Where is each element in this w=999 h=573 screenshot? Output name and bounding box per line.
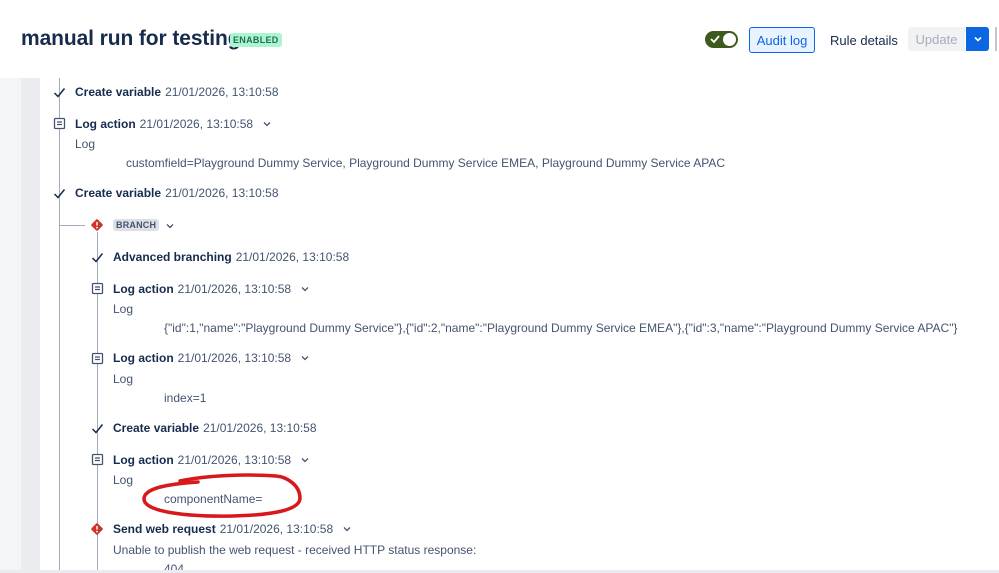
branch-badge: BRANCH — [113, 219, 160, 231]
audit-log-button[interactable]: Audit log — [749, 27, 815, 53]
chevron-down-icon — [973, 36, 982, 42]
log-entry-advanced-branching: Advanced branching 21/01/2026, 13:10:58 — [113, 250, 349, 264]
update-button[interactable]: Update — [908, 27, 965, 51]
log-icon — [91, 282, 104, 295]
chevron-down-icon[interactable] — [262, 119, 272, 129]
check-icon — [91, 424, 104, 434]
log-entry-label: Send web request — [113, 522, 216, 536]
log-entry-create-variable: Create variable 21/01/2026, 13:10:58 — [75, 85, 279, 99]
check-icon — [53, 189, 66, 199]
log-entry-create-variable: Create variable 21/01/2026, 13:10:58 — [113, 421, 317, 435]
log-entry-sub: Log — [113, 302, 134, 316]
log-entry-send-web-request[interactable]: Send web request 21/01/2026, 13:10:58 — [113, 522, 352, 536]
chevron-down-icon[interactable] — [300, 353, 310, 363]
log-entry-sub: Log — [113, 473, 134, 487]
rule-enabled-toggle[interactable] — [705, 31, 738, 48]
toggle-knob — [723, 33, 736, 46]
log-entry-label: Advanced branching — [113, 250, 232, 264]
tree-line-main — [59, 78, 60, 570]
header-divider — [995, 27, 997, 51]
error-message: Unable to publish the web request - rece… — [113, 543, 477, 557]
log-entry-log-action[interactable]: Log action 21/01/2026, 13:10:58 — [113, 453, 310, 467]
panel-gutter — [21, 78, 40, 570]
log-entry-time: 21/01/2026, 13:10:58 — [177, 453, 292, 467]
log-entry-time: 21/01/2026, 13:10:58 — [165, 85, 279, 99]
log-message: {"id":1,"name":"Playground Dummy Service… — [164, 321, 958, 335]
chevron-down-icon[interactable] — [300, 455, 310, 465]
annotation-circle — [142, 473, 302, 518]
error-icon — [91, 523, 103, 535]
log-entry-label: Log action — [113, 453, 174, 467]
log-entry-time: 21/01/2026, 13:10:58 — [177, 351, 292, 365]
chevron-down-icon[interactable] — [165, 221, 175, 231]
check-icon — [710, 35, 720, 44]
log-entry-sub: Log — [113, 372, 134, 386]
log-message: customfield=Playground Dummy Service, Pl… — [126, 156, 726, 170]
log-icon — [53, 117, 66, 130]
chevron-down-icon[interactable] — [300, 284, 310, 294]
chevron-down-icon[interactable] — [342, 524, 352, 534]
tree-line-branch — [59, 225, 85, 226]
log-icon — [91, 453, 104, 466]
status-badge: ENABLED — [230, 33, 282, 47]
error-icon — [91, 219, 103, 231]
log-entry-create-variable: Create variable 21/01/2026, 13:10:58 — [75, 186, 279, 200]
log-entry-time: 21/01/2026, 13:10:58 — [165, 186, 279, 200]
log-entry-time: 21/01/2026, 13:10:58 — [177, 282, 292, 296]
check-icon — [53, 88, 66, 98]
log-message: index=1 — [164, 391, 207, 405]
log-entry-log-action[interactable]: Log action 21/01/2026, 13:10:58 — [113, 351, 310, 365]
log-entry-label: Create variable — [113, 421, 200, 435]
log-entry-label: Create variable — [75, 186, 162, 200]
rule-details-button[interactable]: Rule details — [824, 27, 904, 53]
log-entry-time: 21/01/2026, 13:10:58 — [139, 117, 254, 131]
log-entry-sub: Log — [75, 137, 96, 151]
log-entry-label: Log action — [75, 117, 136, 131]
log-entry-label: Create variable — [75, 85, 162, 99]
update-dropdown-button[interactable] — [966, 27, 989, 51]
log-entry-log-action[interactable]: Log action 21/01/2026, 13:10:58 — [113, 282, 310, 296]
log-entry-time: 21/01/2026, 13:10:58 — [203, 421, 317, 435]
rule-header: manual run for testing ENABLED Audit log… — [0, 0, 999, 78]
log-entry-time: 21/01/2026, 13:10:58 — [235, 250, 350, 264]
log-entry-log-action[interactable]: Log action 21/01/2026, 13:10:58 — [75, 117, 272, 131]
page-title: manual run for testing — [21, 27, 241, 50]
log-icon — [91, 352, 104, 365]
log-entry-label: Log action — [113, 351, 174, 365]
log-entry-time: 21/01/2026, 13:10:58 — [219, 522, 334, 536]
check-icon — [91, 253, 104, 263]
log-entry-label: Log action — [113, 282, 174, 296]
